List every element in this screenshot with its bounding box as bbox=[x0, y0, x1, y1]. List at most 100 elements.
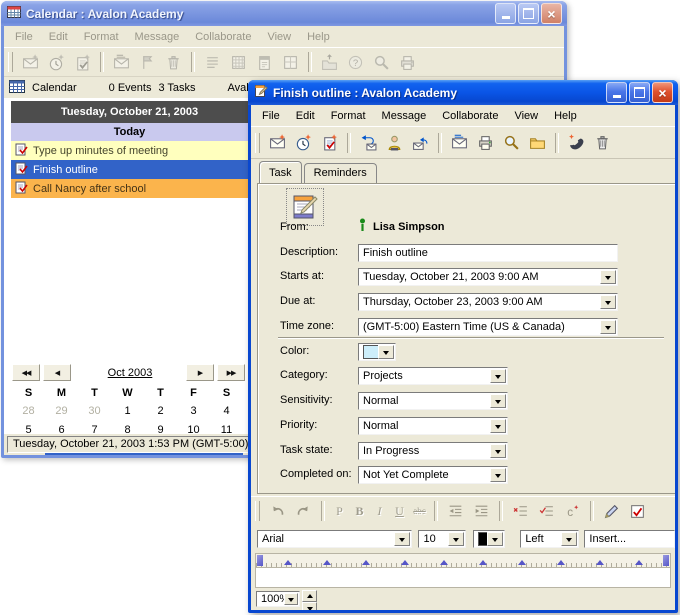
menu-item-message[interactable]: Message bbox=[374, 108, 435, 124]
maximize-button[interactable] bbox=[518, 3, 539, 24]
ruler[interactable] bbox=[255, 553, 671, 568]
date-page-icon[interactable] bbox=[252, 50, 277, 74]
indent-more-icon[interactable] bbox=[469, 499, 494, 523]
dropdown-arrow-icon[interactable] bbox=[394, 532, 410, 546]
mail-properties-icon[interactable] bbox=[109, 50, 134, 74]
maximize-button[interactable] bbox=[629, 82, 650, 103]
menu-item-help[interactable]: Help bbox=[546, 108, 585, 124]
dropdown-arrow-icon[interactable] bbox=[448, 532, 464, 546]
highlight-pen-icon[interactable] bbox=[599, 499, 624, 523]
zoom-spinner[interactable] bbox=[302, 590, 317, 608]
calendar-day[interactable]: 2 bbox=[144, 401, 177, 420]
next-month-button[interactable]: ▶ bbox=[186, 364, 214, 381]
calendar-window-titlebar[interactable]: Calendar : Avalon Academy × bbox=[1, 1, 567, 26]
mail-properties-icon[interactable] bbox=[447, 131, 472, 155]
delete-icon[interactable] bbox=[590, 131, 615, 155]
new-appointment-icon[interactable] bbox=[44, 50, 69, 74]
font-size-select[interactable]: 10 bbox=[418, 530, 465, 548]
task-item[interactable]: Type up minutes of meeting bbox=[11, 141, 248, 160]
dropdown-arrow-icon[interactable] bbox=[490, 394, 506, 408]
tab-stop-marker[interactable] bbox=[323, 556, 331, 565]
calendar-day[interactable]: 28 bbox=[12, 401, 45, 420]
insert-field[interactable]: Insert... bbox=[584, 530, 675, 548]
menu-item-view[interactable]: View bbox=[506, 108, 546, 124]
tab-stop-marker[interactable] bbox=[557, 556, 565, 565]
zoom-level-select[interactable]: 100% bbox=[256, 591, 300, 607]
bold-button[interactable]: B bbox=[350, 504, 369, 519]
calendar-day[interactable]: 30 bbox=[78, 401, 111, 420]
calendar-day[interactable]: 3 bbox=[177, 401, 210, 420]
right-indent-marker[interactable] bbox=[663, 555, 669, 566]
task-state-select[interactable]: In Progress bbox=[358, 442, 508, 460]
new-mail-icon[interactable] bbox=[265, 131, 290, 155]
tab-stop-marker[interactable] bbox=[362, 556, 370, 565]
dropdown-arrow-icon[interactable] bbox=[378, 345, 394, 359]
flag-icon[interactable] bbox=[135, 50, 160, 74]
print-icon[interactable] bbox=[395, 50, 420, 74]
sensitivity-select[interactable]: Normal bbox=[358, 392, 508, 410]
calendar-day[interactable]: 4 bbox=[210, 401, 243, 420]
task-item[interactable]: Call Nancy after school bbox=[11, 179, 248, 198]
menu-item-format[interactable]: Format bbox=[323, 108, 374, 124]
new-task-icon[interactable] bbox=[70, 50, 95, 74]
new-appointment-icon[interactable] bbox=[291, 131, 316, 155]
italic-button[interactable]: I bbox=[370, 504, 389, 519]
tab-stop-marker[interactable] bbox=[635, 556, 643, 565]
menu-item-collaborate[interactable]: Collaborate bbox=[434, 108, 506, 124]
dropdown-arrow-icon[interactable] bbox=[490, 419, 506, 433]
timezone-select[interactable]: (GMT-5:00) Eastern Time (US & Canada) bbox=[358, 318, 618, 336]
print-icon[interactable] bbox=[473, 131, 498, 155]
case-change-icon[interactable]: c bbox=[560, 499, 585, 523]
dropdown-arrow-icon[interactable] bbox=[487, 532, 503, 546]
next-year-button[interactable]: ▶▶ bbox=[217, 364, 245, 381]
toolbar-grip[interactable] bbox=[255, 133, 260, 153]
starts-at-select[interactable]: Tuesday, October 21, 2003 9:00 AM bbox=[358, 268, 618, 286]
tab-stop-marker[interactable] bbox=[440, 556, 448, 565]
redo-icon[interactable] bbox=[291, 499, 316, 523]
task-item-selected[interactable]: Finish outline bbox=[11, 160, 248, 179]
dropdown-arrow-icon[interactable] bbox=[600, 295, 616, 309]
due-at-select[interactable]: Thursday, October 23, 2003 9:00 AM bbox=[358, 293, 618, 311]
close-button[interactable]: × bbox=[541, 3, 562, 24]
tab-stop-marker[interactable] bbox=[518, 556, 526, 565]
new-mail-icon[interactable] bbox=[18, 50, 43, 74]
new-task-icon[interactable] bbox=[317, 131, 342, 155]
post-message-icon[interactable] bbox=[382, 131, 407, 155]
minimize-button[interactable] bbox=[495, 3, 516, 24]
font-color-select[interactable] bbox=[473, 530, 506, 548]
indent-less-icon[interactable] bbox=[443, 499, 468, 523]
tab-stop-marker[interactable] bbox=[401, 556, 409, 565]
prev-month-button[interactable]: ◀ bbox=[43, 364, 71, 381]
menu-item-file[interactable]: File bbox=[254, 108, 288, 124]
list-remove-icon[interactable] bbox=[508, 499, 533, 523]
phone-icon[interactable] bbox=[564, 131, 589, 155]
dropdown-arrow-icon[interactable] bbox=[490, 444, 506, 458]
close-button[interactable]: × bbox=[652, 82, 673, 103]
toolbar-grip[interactable] bbox=[255, 501, 260, 521]
message-body[interactable] bbox=[255, 568, 671, 588]
dropdown-arrow-icon[interactable] bbox=[561, 532, 577, 546]
month-label[interactable]: Oct 2003 bbox=[74, 367, 186, 379]
view-label[interactable]: Calendar bbox=[32, 82, 77, 94]
description-input[interactable]: Finish outline bbox=[358, 244, 618, 262]
calendar-day[interactable]: 1 bbox=[111, 401, 144, 420]
underline-button[interactable]: U bbox=[390, 504, 409, 519]
help-icon[interactable]: ? bbox=[343, 50, 368, 74]
reply-icon[interactable] bbox=[408, 131, 433, 155]
dropdown-arrow-icon[interactable] bbox=[490, 468, 506, 482]
menu-item-edit[interactable]: Edit bbox=[288, 108, 323, 124]
list-check-icon[interactable] bbox=[534, 499, 559, 523]
spin-up-icon[interactable] bbox=[302, 590, 317, 602]
font-family-select[interactable]: Arial bbox=[257, 530, 412, 548]
alignment-select[interactable]: Left bbox=[520, 530, 579, 548]
strikethrough-button[interactable]: abc bbox=[410, 506, 429, 516]
dropdown-arrow-icon[interactable] bbox=[490, 369, 506, 383]
tab-stop-marker[interactable] bbox=[284, 556, 292, 565]
spin-down-icon[interactable] bbox=[302, 602, 317, 610]
find-icon[interactable] bbox=[499, 131, 524, 155]
dropdown-arrow-icon[interactable] bbox=[284, 593, 298, 605]
left-indent-marker[interactable] bbox=[257, 555, 263, 566]
tab-reminders[interactable]: Reminders bbox=[304, 163, 377, 183]
list-view-icon[interactable] bbox=[200, 50, 225, 74]
undo-icon[interactable] bbox=[265, 499, 290, 523]
